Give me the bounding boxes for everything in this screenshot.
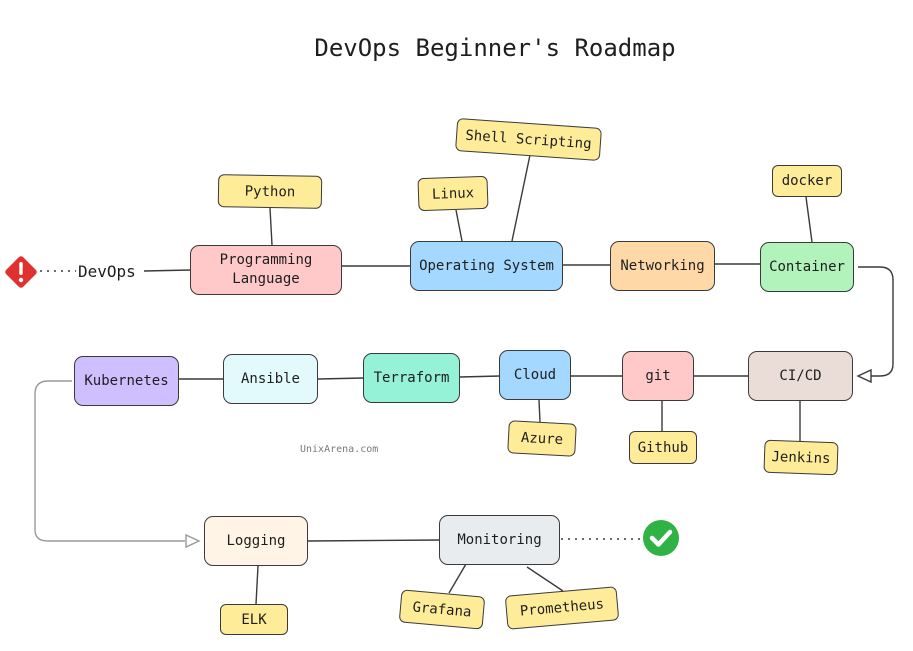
tool-linux[interactable]: Linux xyxy=(417,175,489,212)
step-label: Cloud xyxy=(513,366,557,383)
connector-cloud-terraform xyxy=(459,375,501,378)
step-networking[interactable]: Networking xyxy=(610,241,715,291)
step-kubernetes[interactable]: Kubernetes xyxy=(74,356,179,406)
connector-logging-monitoring xyxy=(307,539,441,542)
tool-label: Azure xyxy=(520,429,564,448)
step-label: Kubernetes xyxy=(84,372,169,389)
step-label: Container xyxy=(769,258,845,275)
step-label: Monitoring xyxy=(457,531,542,548)
tool-label: Grafana xyxy=(411,598,473,621)
tool-python[interactable]: Python xyxy=(217,174,323,209)
step-label: git xyxy=(645,367,671,384)
tool-label: Shell Scripting xyxy=(464,127,593,152)
step-label: Logging xyxy=(226,532,286,549)
step-label: Operating System xyxy=(419,257,554,274)
step-terraform[interactable]: Terraform xyxy=(363,353,460,403)
arrowhead-cicd xyxy=(856,368,872,384)
step-label: Ansible xyxy=(240,370,300,387)
tool-github[interactable]: Github xyxy=(629,431,697,464)
connector-terraform-ansible xyxy=(317,377,365,380)
connector-grafana xyxy=(448,563,467,594)
connector-python xyxy=(269,207,273,246)
connector-prometheus xyxy=(526,566,564,592)
step-programming-language[interactable]: Programming Language xyxy=(190,245,342,295)
tool-label: Python xyxy=(244,183,296,200)
tool-label: docker xyxy=(781,173,833,189)
step-logging[interactable]: Logging xyxy=(204,516,308,566)
tool-label: ELK xyxy=(241,611,267,628)
watermark: UnixArena.com xyxy=(300,444,379,455)
connector-linux xyxy=(455,209,463,242)
check-circle-icon xyxy=(641,519,681,563)
step-git[interactable]: git xyxy=(622,351,694,401)
step-cloud[interactable]: Cloud xyxy=(499,350,571,400)
step-label: Networking xyxy=(620,257,705,274)
tool-label: Jenkins xyxy=(771,448,831,467)
step-label: CI/CD xyxy=(779,367,822,384)
warning-diamond-icon xyxy=(2,254,40,294)
step-monitoring[interactable]: Monitoring xyxy=(439,515,560,565)
tool-elk[interactable]: ELK xyxy=(220,604,288,635)
tool-azure[interactable]: Azure xyxy=(507,420,577,457)
step-container[interactable]: Container xyxy=(760,242,854,292)
connector-azure xyxy=(538,399,541,423)
step-label: Programming Language xyxy=(219,252,313,287)
step-ci-cd[interactable]: CI/CD xyxy=(748,351,853,401)
step-ansible[interactable]: Ansible xyxy=(223,354,318,404)
tool-label: Linux xyxy=(431,184,475,203)
arrowhead-logging xyxy=(185,533,201,549)
connector-devops-programming xyxy=(143,269,192,272)
connector-docker xyxy=(805,196,813,243)
tool-jenkins[interactable]: Jenkins xyxy=(763,439,839,476)
tool-label: Prometheus xyxy=(519,596,605,620)
connector-container-cicd xyxy=(858,266,894,377)
tool-label: Github xyxy=(637,439,689,456)
connector-elk xyxy=(255,565,259,605)
step-label: Terraform xyxy=(373,369,450,386)
step-operating-system[interactable]: Operating System xyxy=(410,241,563,291)
tool-docker[interactable]: docker xyxy=(772,165,842,197)
connector-shell xyxy=(511,154,531,242)
start-label: DevOps xyxy=(78,262,136,281)
